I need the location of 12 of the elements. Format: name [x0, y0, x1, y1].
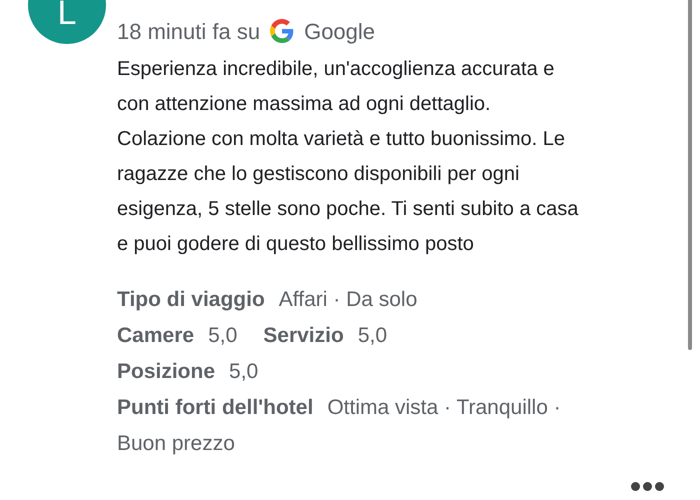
- google-logo-icon: [270, 19, 294, 43]
- review-source: Google: [304, 18, 376, 46]
- avatar-letter: L: [58, 0, 76, 30]
- detail-item: Camere 5,0: [117, 323, 238, 349]
- more-icon[interactable]: [631, 482, 664, 491]
- review-time: 18 minuti fa su: [117, 18, 260, 46]
- detail-item: Tipo di viaggio Affari · Da solo: [117, 287, 418, 313]
- review-text: Esperienza incredibile, un'accoglienza accurata e con attenzione massima ad ogni dettaglio. Colazione con molta varietà e tutto buonissimo. Le ragazze che lo gestiscono disponibili per ogni esigenza, 5 stelle sono poche. Ti senti subito a casa e puoi godere di questo bellissimo posto: [117, 57, 579, 257]
- scrollbar[interactable]: [688, 0, 692, 350]
- detail-item: Servizio 5,0: [263, 323, 388, 349]
- detail-item: Posizione 5,0: [117, 359, 258, 385]
- detail-item: Punti forti dell'hotel Ottima vista · Tranquillo · Buon prezzo: [117, 395, 562, 457]
